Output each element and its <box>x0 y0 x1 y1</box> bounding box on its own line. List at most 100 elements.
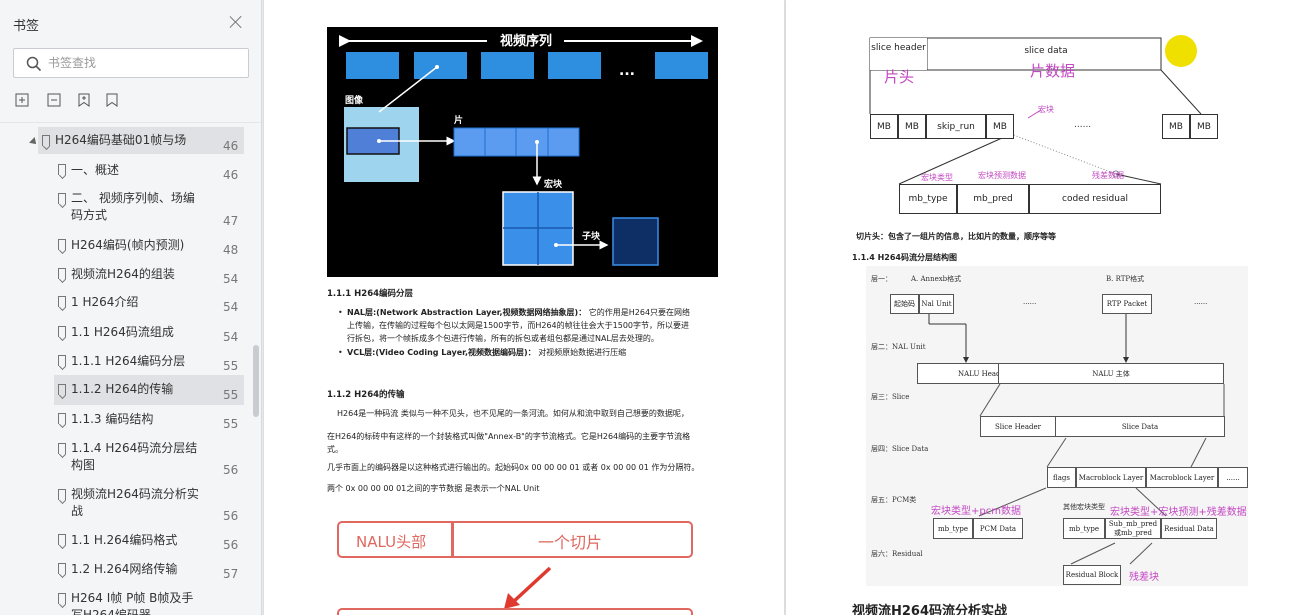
collapse-all-icon[interactable] <box>46 92 64 110</box>
bookmark-icon <box>58 563 66 574</box>
bookmark-icon <box>58 384 66 395</box>
pcm-annotation: 宏块类型+pcm数据 <box>931 506 1021 517</box>
mb-pred-cn: 宏块预测数据 <box>978 171 1026 180</box>
nal-unit-box: Nal Unit <box>919 294 954 314</box>
skip-run-cell: skip_run <box>926 114 986 139</box>
close-icon[interactable] <box>229 15 243 29</box>
bookmark-item[interactable]: 视频流H264的组装 54 <box>54 264 244 286</box>
dots: ...... <box>1194 298 1208 306</box>
bookmark-item[interactable]: 1.2 H.264网络传输 57 <box>54 559 244 581</box>
layer-3-label: 层三：Slice <box>871 393 910 401</box>
mb-type-box: mb_type <box>1063 518 1105 539</box>
nalu-body-box: NALU 主体 <box>998 363 1224 384</box>
pcm-data-box: PCM Data <box>973 518 1023 539</box>
paragraph: 式。 <box>327 445 343 454</box>
vcl-layer-bullet: VCL层:(Video Coding Layer,视频数据编码层)： 对视频原始… <box>338 346 727 359</box>
residual-annotation: 残差块 <box>1129 572 1159 583</box>
bookmark-item[interactable]: 1.1 H264码流组成 54 <box>54 322 244 344</box>
bookmarks-scrollbar[interactable] <box>253 345 259 417</box>
bookmark-item[interactable]: 一、概述 46 <box>54 160 244 182</box>
slice-data-box: Slice Data <box>1055 416 1225 437</box>
slice-data-cn: 片数据 <box>1030 62 1076 80</box>
residual-cn: 残差数据 <box>1092 171 1124 180</box>
mb-cell: MB <box>1162 114 1190 139</box>
bookmarks-title: 书签 <box>13 19 40 34</box>
nal-layer-bullet: NAL层:(Network Abstraction Layer,视频数据网络抽象… <box>338 306 727 319</box>
bitstream-layer-figure: 层一： A. Annexb格式 B. RTP格式 起始码 Nal Unit ..… <box>866 266 1248 586</box>
bookmark-item[interactable]: 1.1.1 H264编码分层 55 <box>54 351 244 373</box>
layer-2-label: 层二：NAL Unit <box>871 343 926 351</box>
mb-type-cell: mb_type <box>899 184 957 214</box>
paragraph: 几乎市面上的编码器是以这种格式进行输出的。起始码0x 00 00 00 01 或… <box>327 463 700 472</box>
macroblock-cn: 宏块 <box>1038 105 1054 114</box>
video-sequence-figure: 视频序列 ... 图像 片 宏块 子块 <box>327 27 718 277</box>
bookmark-item[interactable]: 1 H264介绍 54 <box>54 292 244 314</box>
nalu-figure-box-2 <box>337 608 693 615</box>
section-heading: 视频流H264码流分析实战 <box>852 604 1008 615</box>
bookmark-icon <box>58 413 66 424</box>
dots: ...... <box>1023 298 1037 306</box>
bookmark-item[interactable]: H264 I帧 P帧 B帧及手写H264编码器 <box>54 588 244 615</box>
section-heading: 1.1.2 H264的传输 <box>327 390 405 400</box>
nalu-divider <box>451 522 454 557</box>
add-bookmark-icon[interactable] <box>76 92 94 110</box>
mix-annotation: 宏块类型+宏块预测+残差数据 <box>1110 507 1247 518</box>
bookmark-item[interactable]: 二、 视频序列帧、场编码方式 47 <box>54 188 244 228</box>
slice-data-cell: slice data <box>1024 46 1068 56</box>
residual-data-box: Residual Data <box>1161 518 1217 539</box>
bookmark-icon <box>58 164 66 175</box>
mb-cell: MB <box>898 114 926 139</box>
flags-box: flags <box>1047 467 1076 488</box>
sub-mb-pred-box: Sub_mb_pred 或mb_pred <box>1105 518 1161 539</box>
search-icon <box>26 56 42 72</box>
layer-4-label: 层四：Slice Data <box>871 445 929 453</box>
bookmark-item[interactable]: H264编码(帧内预测) 48 <box>54 235 244 257</box>
start-code-box: 起始码 <box>890 294 919 314</box>
paragraph: 行拆包，将一个帧拆成多个包进行传输，所有的拆包或者组包都是通过NAL层去处理的。 <box>347 334 659 343</box>
sequence-ellipsis: ... <box>619 63 635 79</box>
layer-5-label: 层五：PCM类 <box>871 496 917 504</box>
bookmark-item[interactable]: H264编码基础01帧与场 46 <box>38 127 244 154</box>
annexb-label: A. Annexb格式 <box>911 275 962 283</box>
macroblock-label: 宏块 <box>544 178 563 190</box>
bookmark-icon <box>58 355 66 366</box>
paragraph: 在H264的标砖中有这样的一个封装格式叫做"Annex-B"的字节流格式。它是H… <box>327 432 691 441</box>
slice-header-box: Slice Header <box>980 416 1056 437</box>
bookmark-item[interactable]: 1.1.4 H264码流分层结构图 56 <box>54 438 244 478</box>
document-page-left: 视频序列 ... 图像 片 宏块 子块 1.1.1 H264编码分层 NAL层:… <box>264 0 784 615</box>
mb-cell: MB <box>986 114 1014 139</box>
bookmark-item[interactable]: 视频流H264码流分析实战 56 <box>54 484 244 524</box>
bookmark-search-input[interactable] <box>48 52 238 74</box>
bookmark-item[interactable]: 1.1 H.264编码格式 56 <box>54 530 244 552</box>
rtp-label: B. RTP格式 <box>1106 275 1145 283</box>
bookmark-item[interactable]: 1.1.3 编码结构 55 <box>54 409 244 431</box>
coded-residual-cell: coded residual <box>1029 184 1161 214</box>
bookmark-icon <box>42 135 50 146</box>
slice-structure-figure: slice header slice data 片头 片数据 宏块 MB MB … <box>856 32 1222 218</box>
mb-type-box: mb_type <box>933 518 973 539</box>
mb-pred-cell: mb_pred <box>957 184 1029 214</box>
bookmark-search-box[interactable] <box>13 48 249 78</box>
dots-box: ...... <box>1218 467 1248 488</box>
red-arrow-icon <box>504 566 552 609</box>
subblock-label: 子块 <box>582 230 601 242</box>
paragraph: 上传输，在传输的过程每个包以太网是1500字节，而H264的帧往往会大于1500… <box>347 321 690 330</box>
bookmarks-header: 书签 <box>0 0 261 44</box>
paragraph: H264是一种码流 类似与一种不见头，也不见尾的一条河流。如何从和流中取到自己想… <box>337 409 689 418</box>
nalu-header-label: NALU头部 <box>356 533 427 551</box>
mb-type-cn: 宏块类型 <box>921 173 953 182</box>
bookmark-item-selected[interactable]: 1.1.2 H264的传输 55 <box>54 375 244 405</box>
paragraph: 两个 0x 00 00 00 01之间的字节数据 是表示一个NAL Unit <box>327 484 540 493</box>
bookmark-icon <box>58 593 66 604</box>
macroblock-layer-box: Macroblock Layer <box>1146 467 1218 488</box>
bookmark-icon <box>58 326 66 337</box>
bookmark-icon[interactable] <box>104 92 122 110</box>
divider <box>0 122 261 123</box>
layer-6-label: 层六：Residual <box>871 550 923 558</box>
nalu-slice-label: 一个切片 <box>538 533 603 552</box>
expand-all-icon[interactable] <box>14 92 32 110</box>
video-sequence-diagram: 视频序列 ... 图像 片 宏块 子块 <box>339 33 708 266</box>
bookmark-icon <box>58 239 66 250</box>
image-label: 图像 <box>345 94 364 106</box>
dots: ...... <box>1074 120 1092 130</box>
